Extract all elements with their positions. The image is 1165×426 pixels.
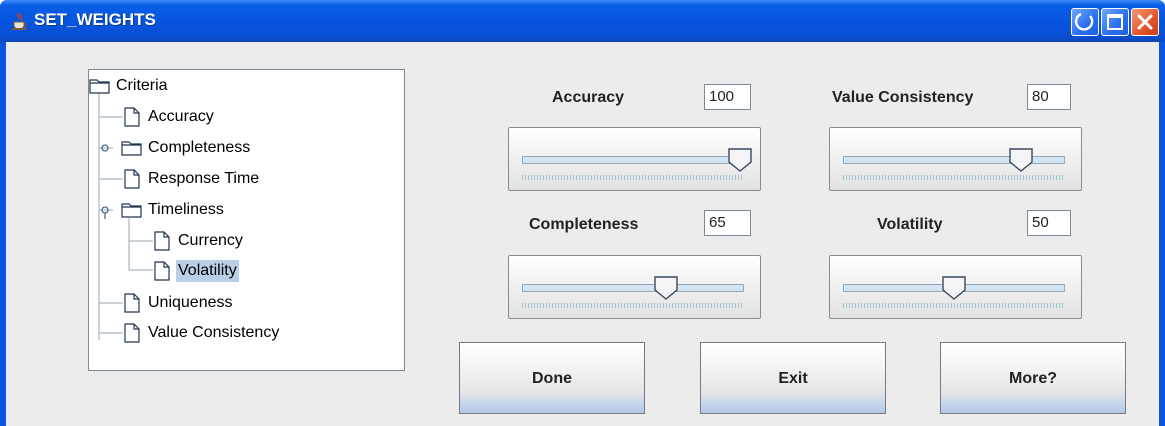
tree-item-label: Value Consistency xyxy=(148,324,280,341)
minimize-button[interactable] xyxy=(1071,8,1099,36)
tree-item-accuracy[interactable]: Accuracy xyxy=(121,105,216,129)
tree-item-label: Uniqueness xyxy=(148,294,233,311)
folder-open-icon xyxy=(121,203,142,218)
accuracy-label: Accuracy xyxy=(552,89,625,106)
minimize-icon xyxy=(1074,12,1094,31)
tree-item-label: Response Time xyxy=(148,170,260,187)
tree-item-value-consistency[interactable]: Value Consistency xyxy=(121,321,281,345)
tree-item-label: Accuracy xyxy=(148,108,214,125)
more-button[interactable]: More? xyxy=(940,342,1126,414)
maximize-button[interactable] xyxy=(1101,8,1129,36)
tree-item-currency[interactable]: Currency xyxy=(151,229,245,253)
accuracy-slider[interactable] xyxy=(508,127,761,191)
maximize-icon xyxy=(1107,14,1123,30)
tree-item-response-time[interactable]: Response Time xyxy=(121,167,261,191)
tree-item-uniqueness[interactable]: Uniqueness xyxy=(121,291,235,315)
exit-button[interactable]: Exit xyxy=(700,342,886,414)
value-consistency-slider[interactable] xyxy=(829,127,1082,191)
file-icon xyxy=(124,107,140,127)
volatility-field[interactable]: 50 xyxy=(1027,210,1071,236)
file-icon xyxy=(124,293,140,313)
file-icon xyxy=(124,323,140,343)
client-area: Criteria Accuracy Completeness Response … xyxy=(6,42,1159,426)
completeness-slider[interactable] xyxy=(508,255,761,319)
tree-item-completeness[interactable]: Completeness xyxy=(121,136,252,160)
file-icon xyxy=(154,231,170,251)
close-icon xyxy=(1137,14,1153,30)
java-cup-icon xyxy=(12,12,27,30)
criteria-tree[interactable]: Criteria Accuracy Completeness Response … xyxy=(88,69,405,371)
slider-thumb[interactable] xyxy=(941,275,967,301)
slider-ticks xyxy=(843,303,1065,308)
file-icon xyxy=(124,169,140,189)
completeness-field[interactable]: 65 xyxy=(704,210,751,236)
volatility-label: Volatility xyxy=(877,216,943,233)
close-button[interactable] xyxy=(1131,8,1159,36)
slider-thumb[interactable] xyxy=(653,275,679,301)
slider-thumb[interactable] xyxy=(1008,147,1034,173)
slider-ticks xyxy=(522,175,744,180)
tree-item-label-selected: Volatility xyxy=(176,260,239,282)
tree-root[interactable]: Criteria xyxy=(89,74,170,98)
slider-track xyxy=(522,156,744,164)
value-consistency-field[interactable]: 80 xyxy=(1027,84,1071,110)
slider-ticks xyxy=(843,175,1065,180)
slider-thumb[interactable] xyxy=(727,147,753,173)
folder-icon xyxy=(121,141,142,156)
accuracy-field[interactable]: 100 xyxy=(704,84,751,110)
tree-item-label: Currency xyxy=(178,232,243,249)
volatility-slider[interactable] xyxy=(829,255,1082,319)
folder-icon xyxy=(89,79,110,94)
tree-item-timeliness[interactable]: Timeliness xyxy=(121,198,226,222)
window-title: SET_WEIGHTS xyxy=(34,10,156,29)
value-consistency-label: Value Consistency xyxy=(832,89,974,106)
slider-ticks xyxy=(522,303,744,308)
completeness-label: Completeness xyxy=(529,216,639,233)
tree-item-label: Completeness xyxy=(148,139,251,156)
tree-root-label: Criteria xyxy=(116,77,168,94)
done-button[interactable]: Done xyxy=(459,342,645,414)
tree-item-volatility[interactable]: Volatility xyxy=(151,259,239,283)
file-icon xyxy=(154,261,170,281)
window: SET_WEIGHTS Criteria Accuracy Completene… xyxy=(0,0,1165,426)
title-bar[interactable]: SET_WEIGHTS xyxy=(0,0,1165,42)
tree-item-label: Timeliness xyxy=(148,201,224,218)
slider-track xyxy=(522,284,744,292)
